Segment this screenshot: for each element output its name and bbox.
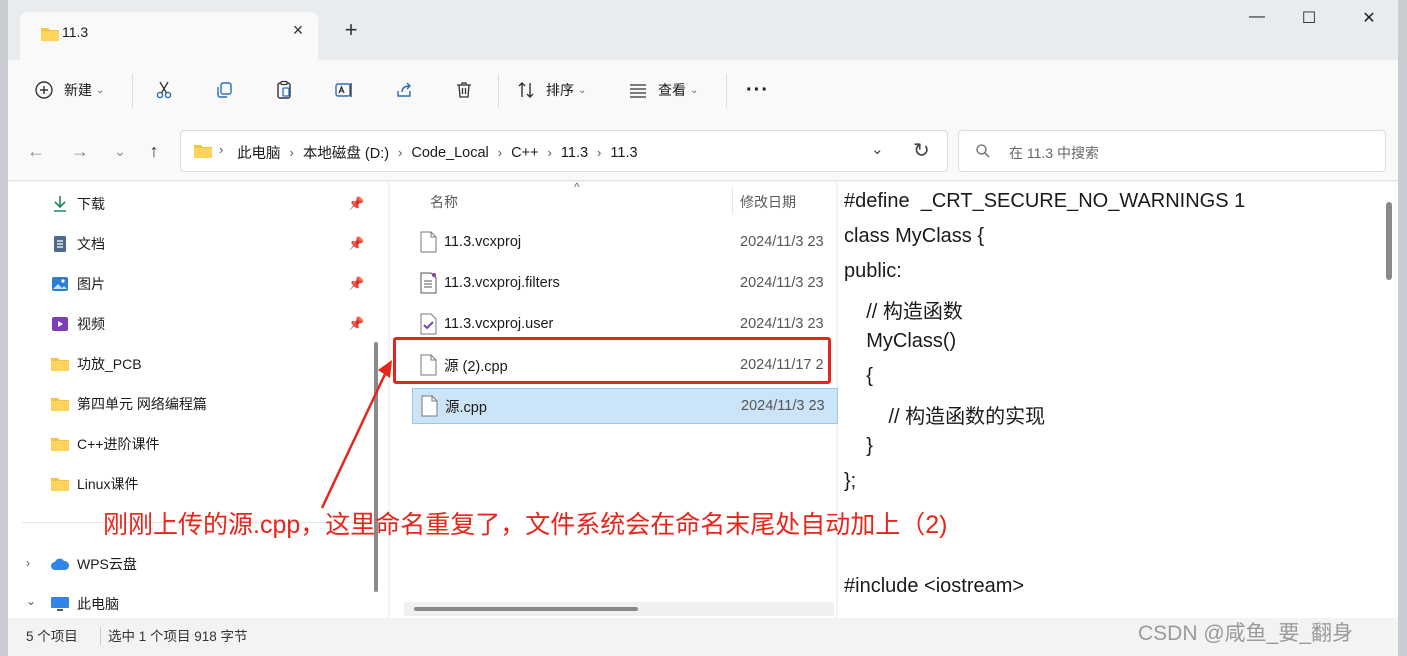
annotation-arrow <box>320 360 392 509</box>
watermark: CSDN @咸鱼_要_翻身 <box>1138 622 1354 645</box>
annotation-text: 刚刚上传的源.cpp，这里命名重复了，文件系统会在命名末尾处自动加上（2) <box>103 511 948 539</box>
